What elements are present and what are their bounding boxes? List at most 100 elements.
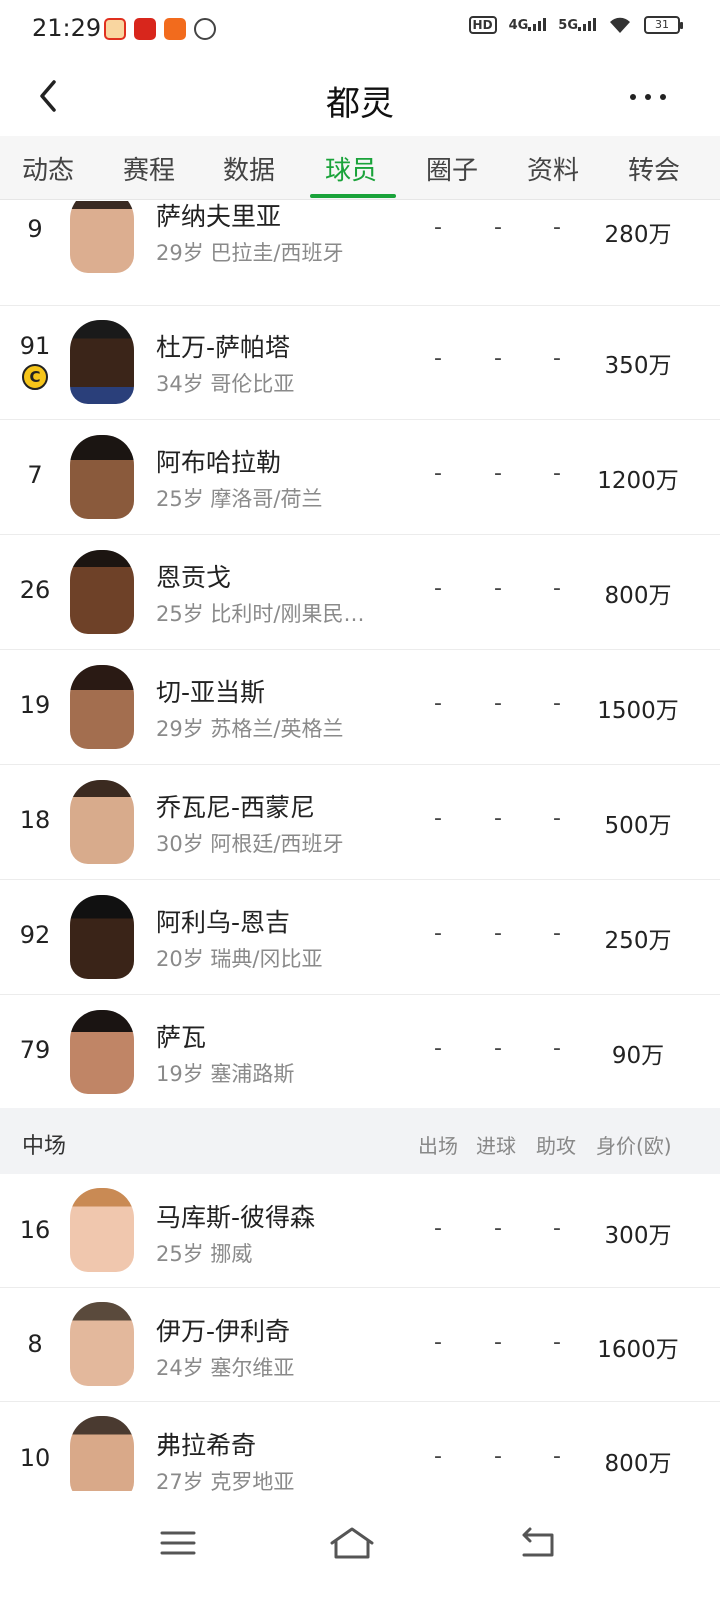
player-apps: - xyxy=(434,461,442,486)
player-apps: - xyxy=(434,921,442,946)
player-name: 马库斯-彼得森 xyxy=(156,1203,316,1232)
player-row[interactable]: 91 C 杜万-萨帕塔 34岁 哥伦比亚 - - - 350万 xyxy=(0,306,720,420)
player-number: 9 xyxy=(27,215,43,243)
home-icon xyxy=(330,1527,374,1559)
player-number: 10 xyxy=(19,1444,51,1472)
player-apps: - xyxy=(434,691,442,716)
player-row[interactable]: 18 乔瓦尼-西蒙尼 30岁 阿根廷/西班牙 - - - 500万 xyxy=(0,766,720,880)
player-assists: - xyxy=(553,921,561,946)
column-goals: 进球 xyxy=(476,1134,516,1158)
player-row[interactable]: 7 阿布哈拉勒 25岁 摩洛哥/荷兰 - - - 1200万 xyxy=(0,421,720,535)
player-avatar xyxy=(70,201,134,273)
player-goals: - xyxy=(494,461,502,486)
player-apps: - xyxy=(434,806,442,831)
player-goals: - xyxy=(494,806,502,831)
tab-info[interactable]: 资料 xyxy=(527,150,579,187)
player-number: 16 xyxy=(19,1216,51,1244)
player-value: 280万 xyxy=(604,222,672,248)
tab-schedule[interactable]: 赛程 xyxy=(123,150,175,187)
player-value: 1500万 xyxy=(597,698,679,724)
more-dot xyxy=(645,94,651,100)
player-number: 8 xyxy=(27,1330,43,1358)
player-value: 500万 xyxy=(604,813,672,839)
player-value: 1200万 xyxy=(597,468,679,494)
player-row[interactable]: 16 马库斯-彼得森 25岁 挪威 - - - 300万 xyxy=(0,1174,720,1288)
status-bar: 21:29 HD 4G 5G 31 xyxy=(0,0,720,58)
tab-transfers[interactable]: 转会 xyxy=(628,150,680,187)
player-avatar xyxy=(70,435,134,519)
player-name: 杜万-萨帕塔 xyxy=(156,333,291,362)
captain-badge: C xyxy=(22,364,48,390)
player-value: 300万 xyxy=(604,1223,672,1249)
signal-4g-icon: 4G xyxy=(509,17,547,33)
player-assists: - xyxy=(553,576,561,601)
column-assists: 助攻 xyxy=(536,1134,576,1158)
player-apps: - xyxy=(434,576,442,601)
tab-circle[interactable]: 圈子 xyxy=(426,150,478,187)
return-button[interactable] xyxy=(508,1513,568,1573)
player-avatar xyxy=(70,1302,134,1386)
player-meta: 30岁 阿根廷/西班牙 xyxy=(156,832,344,856)
player-number: 26 xyxy=(19,576,51,604)
player-row[interactable]: 9 萨纳夫里亚 29岁 巴拉圭/西班牙 - - - 280万 xyxy=(0,201,720,306)
player-goals: - xyxy=(494,215,502,240)
column-apps: 出场 xyxy=(418,1134,458,1158)
player-avatar xyxy=(70,1416,134,1491)
player-list[interactable]: 9 萨纳夫里亚 29岁 巴拉圭/西班牙 - - - 280万 91 C 杜万-萨… xyxy=(0,201,720,1491)
player-apps: - xyxy=(434,346,442,371)
player-avatar xyxy=(70,1188,134,1272)
more-dot xyxy=(660,94,666,100)
player-value: 90万 xyxy=(611,1043,665,1069)
player-row[interactable]: 92 阿利乌-恩吉 20岁 瑞典/冈比亚 - - - 250万 xyxy=(0,881,720,995)
player-apps: - xyxy=(434,1216,442,1241)
player-row[interactable]: 79 萨瓦 19岁 塞浦路斯 - - - 90万 xyxy=(0,996,720,1108)
player-assists: - xyxy=(553,1216,561,1241)
player-assists: - xyxy=(553,691,561,716)
player-row[interactable]: 26 恩贡戈 25岁 比利时/刚果民… - - - 800万 xyxy=(0,536,720,650)
home-button[interactable] xyxy=(322,1513,382,1573)
player-apps: - xyxy=(434,1444,442,1469)
player-value: 800万 xyxy=(604,1451,672,1477)
player-meta: 19岁 塞浦路斯 xyxy=(156,1062,295,1086)
taobao-icon xyxy=(164,18,186,40)
player-row[interactable]: 19 切-亚当斯 29岁 苏格兰/英格兰 - - - 1500万 xyxy=(0,651,720,765)
wifi-icon xyxy=(610,17,630,33)
player-number: 91 xyxy=(19,332,51,360)
status-time: 21:29 xyxy=(32,14,102,42)
system-nav-bar xyxy=(0,1491,720,1600)
player-avatar xyxy=(70,780,134,864)
more-button[interactable] xyxy=(630,82,666,112)
tab-bar: 动态 赛程 数据 球员 圈子 资料 转会 xyxy=(0,136,720,200)
weibo-icon xyxy=(104,18,126,40)
player-row[interactable]: 10 弗拉希奇 27岁 克罗地亚 - - - 800万 xyxy=(0,1402,720,1491)
player-row[interactable]: 8 伊万-伊利奇 24岁 塞尔维亚 - - - 1600万 xyxy=(0,1288,720,1402)
tab-players[interactable]: 球员 xyxy=(325,150,377,187)
section-title: 中场 xyxy=(22,1134,67,1159)
player-goals: - xyxy=(494,1444,502,1469)
player-avatar xyxy=(70,665,134,749)
battery-icon: 31 xyxy=(644,16,683,34)
player-goals: - xyxy=(494,576,502,601)
player-meta: 24岁 塞尔维亚 xyxy=(156,1356,295,1380)
player-goals: - xyxy=(494,691,502,716)
player-goals: - xyxy=(494,1330,502,1355)
player-assists: - xyxy=(553,1330,561,1355)
player-number: 92 xyxy=(19,921,51,949)
player-assists: - xyxy=(553,461,561,486)
player-name: 切-亚当斯 xyxy=(156,678,266,707)
player-value: 800万 xyxy=(604,583,672,609)
page-title: 都灵 xyxy=(326,84,394,124)
tab-dynamics[interactable]: 动态 xyxy=(22,150,74,187)
player-goals: - xyxy=(494,921,502,946)
active-tab-indicator xyxy=(310,194,396,198)
player-avatar xyxy=(70,320,134,404)
tab-stats[interactable]: 数据 xyxy=(223,150,275,187)
player-assists: - xyxy=(553,215,561,240)
menu-icon xyxy=(160,1531,196,1555)
player-value: 1600万 xyxy=(597,1337,679,1363)
player-assists: - xyxy=(553,1444,561,1469)
app-header: 都灵 xyxy=(0,58,720,136)
section-header-midfield: 中场 出场 进球 助攻 身价(欧) xyxy=(0,1108,720,1174)
menu-button[interactable] xyxy=(148,1513,208,1573)
player-apps: - xyxy=(434,1036,442,1061)
